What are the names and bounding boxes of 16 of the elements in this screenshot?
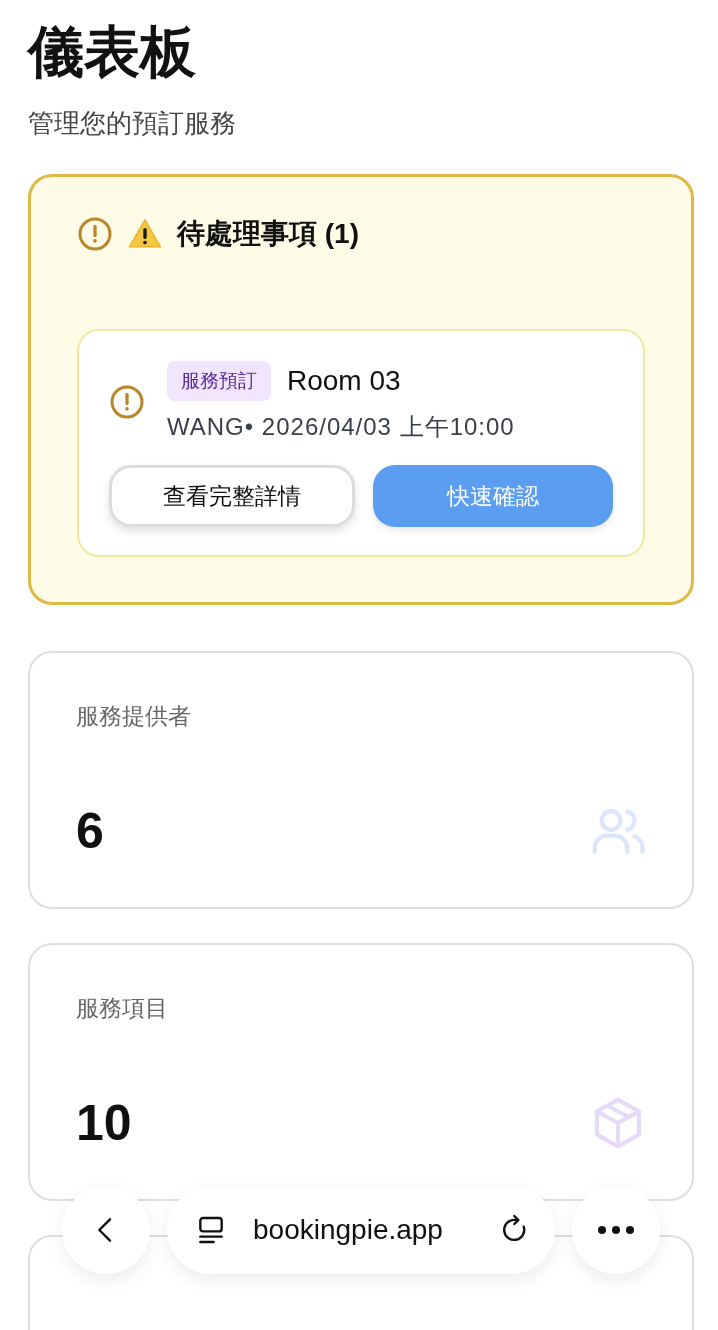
pending-title: 待處理事項 (1) xyxy=(177,217,359,251)
stat-value: 10 xyxy=(76,1094,132,1152)
alert-icon xyxy=(109,384,145,420)
stat-label: 服務項目 xyxy=(76,994,169,1023)
details-button[interactable]: 查看完整詳情 xyxy=(109,465,355,527)
stat-label: 服務提供者 xyxy=(76,702,192,731)
alert-icon xyxy=(77,216,113,252)
booking-details: WANG• 2026/04/03 上午10:00 xyxy=(167,412,515,442)
url-text: bookingpie.app xyxy=(253,1214,444,1246)
booking-name: Room 03 xyxy=(287,365,401,397)
category-tag: 服務預訂 xyxy=(167,361,271,401)
address-bar[interactable]: bookingpie.app xyxy=(167,1186,555,1274)
more-icon xyxy=(598,1226,634,1234)
page-title: 儀表板 xyxy=(28,19,196,85)
page-subtitle: 管理您的預訂服務 xyxy=(28,107,236,140)
stat-value: 6 xyxy=(76,802,104,860)
